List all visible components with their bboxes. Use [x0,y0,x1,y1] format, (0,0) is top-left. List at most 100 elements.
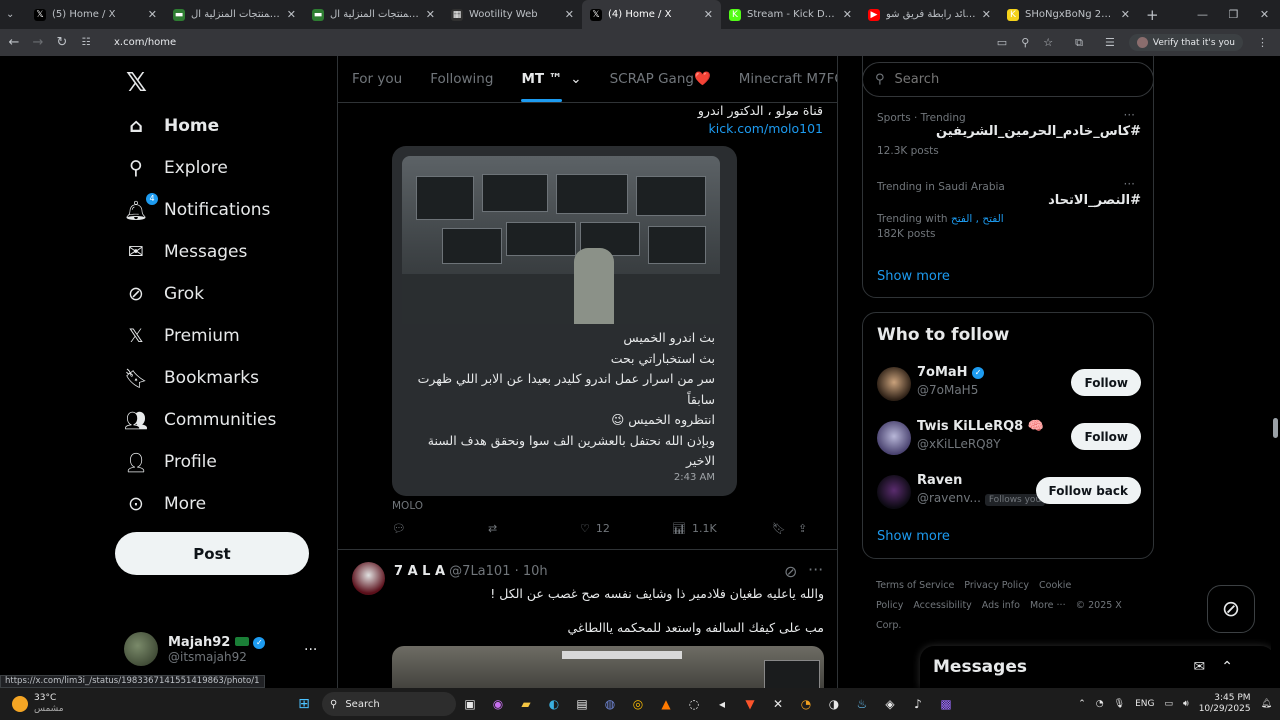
close-tab-icon[interactable]: ✕ [565,8,574,21]
url-field[interactable]: x.com/home [114,37,176,48]
sidebar-item-notifications[interactable]: 🔔︎ 4 Notifications [124,192,270,225]
close-tab-icon[interactable]: ✕ [982,8,991,21]
author-name[interactable]: 7 A L A [394,564,445,579]
minimize-icon[interactable]: — [1187,8,1218,21]
sidebar-item-communities[interactable]: 👥︎ Communities [124,405,276,435]
display-icon[interactable]: ▭ [1165,699,1174,709]
sidebar-item-home[interactable]: ⌂ Home [124,111,219,141]
footer-link[interactable]: Ads info [982,600,1020,611]
browser-tab[interactable]: ▬ اكتشف المنتجات المنزلية ال ✕ [304,0,443,29]
browser-tab[interactable]: K SHoNgxBoNg 20 طلبوووون ✕ [999,0,1138,29]
quoted-image-card[interactable]: بث اندرو الخميس بث استخباراتي بحت سر من اس… [392,146,737,496]
timeline-tab[interactable]: SCRAP Gang❤️ [610,71,711,87]
grok-button[interactable]: ⊘ [1207,585,1255,633]
back-icon[interactable]: ← [2,35,26,50]
trend-item[interactable]: Trending in Saudi Arabia ··· #النصر_الات… [877,177,1141,240]
mic-icon[interactable]: 🎙︎ [1114,699,1125,709]
site-info-icon[interactable]: ☷ [74,37,98,48]
avatar[interactable] [352,562,385,595]
close-tab-icon[interactable]: ✕ [704,8,713,21]
grok-icon[interactable]: ⊘ [784,562,797,581]
share-button[interactable]: ⇪ [798,522,807,535]
follow-suggestion[interactable]: Raven @ravenv... Follows you Follow back [877,473,1141,513]
suggestion-name[interactable]: 7oMaH [917,365,968,380]
browser-tab[interactable]: ▬ اكتشف المنتجات المنزلية ال ✕ [165,0,304,29]
cast-icon[interactable]: ▭ [997,36,1007,49]
sidebar-item-messages[interactable]: ✉ Messages [124,237,247,267]
close-tab-icon[interactable]: ✕ [287,8,296,21]
taskbar-search[interactable]: ⚲ Search [322,692,456,716]
close-tab-icon[interactable]: ✕ [148,8,157,21]
more-dots-icon[interactable]: ··· [808,560,823,579]
close-window-icon[interactable]: ✕ [1249,8,1280,21]
app-icon[interactable]: ✕ [767,693,789,715]
browser-tab[interactable]: ▶ صرت قائد رابطة فريق شو ✕ [860,0,999,29]
browser-tab[interactable]: 𝕏 (4) Home / X ✕ [582,0,721,29]
show-more-trends-link[interactable]: Show more [877,269,950,284]
scrollbar-thumb[interactable] [1273,418,1278,438]
avatar[interactable] [877,367,911,401]
steam-icon[interactable]: ♨ [851,693,873,715]
edge-icon[interactable]: ◐ [543,693,565,715]
app-icon[interactable]: ▩ [935,693,957,715]
footer-link[interactable]: More ··· [1030,600,1066,611]
follow-suggestion[interactable]: 7oMaH ✓ @7oMaH5 Follow [877,365,1141,405]
bookmark-button[interactable]: 🔖︎ [772,522,798,535]
media-icon[interactable]: ☰ [1105,36,1115,49]
author-handle[interactable]: @7La101 [449,564,510,579]
app-icon[interactable]: ◔ [795,693,817,715]
copilot-icon[interactable]: ◉ [487,693,509,715]
expand-icon[interactable]: ⌃ [1221,659,1233,675]
post-link[interactable]: kick.com/molo101 [698,120,823,138]
timeline-tab[interactable]: For you [352,71,402,87]
tiktok-icon[interactable]: ♪ [907,693,929,715]
post-image[interactable] [402,156,720,324]
new-message-icon[interactable]: ✉ [1194,659,1206,675]
follow-button[interactable]: Follow [1071,423,1141,450]
restore-icon[interactable]: ❐ [1218,8,1249,21]
footer-link[interactable]: Terms of Service [876,580,954,591]
sidebar-item-profile[interactable]: 👤︎ Profile [124,447,217,477]
new-tab-button[interactable]: + [1138,0,1164,29]
windows-start-icon[interactable]: ⊞ [293,693,315,715]
browser-tab[interactable]: K Stream - Kick Dashboard ✕ [721,0,860,29]
chrome-icon[interactable]: ◎ [627,693,649,715]
page-scrollbar[interactable] [1271,56,1280,688]
star-icon[interactable]: ☆ [1043,36,1053,49]
trend-item[interactable]: Sports · Trending ··· #كاس_خادم_الحرمين_… [877,108,1141,157]
browser-tab[interactable]: 𝕏 (5) Home / X ✕ [26,0,165,29]
messages-drawer[interactable]: Messages ✉ ⌃ [920,646,1275,688]
sidebar-item-grok[interactable]: ⊘ Grok [124,279,204,309]
forward-icon[interactable]: → [26,35,50,50]
tab-search-icon[interactable]: ⌄ [0,0,26,29]
zoom-icon[interactable]: ⚲ [1021,36,1029,49]
profile-chip[interactable]: Verify that it's you [1128,34,1243,51]
timeline-tab[interactable]: Minecraft M7FOFH 👾 [739,71,837,87]
x-logo-icon[interactable]: 𝕏 [126,68,147,98]
close-tab-icon[interactable]: ✕ [1121,8,1130,21]
close-tab-icon[interactable]: ✕ [426,8,435,21]
network-icon[interactable]: ◔ [1096,699,1104,709]
notification-bell-icon[interactable]: 🔔︎ [1261,699,1272,709]
app-icon[interactable]: ◈ [879,693,901,715]
trend-with-links[interactable]: الفتح , الفتح [951,213,1004,225]
reply-button[interactable]: 💬︎ [392,522,488,535]
sidebar-item-explore[interactable]: ⚲ Explore [124,153,228,183]
post[interactable]: 7 A L A @7La101 · 10h ⊘ ··· والله ياعليه… [338,549,838,688]
source-label[interactable]: MOLO [392,500,423,512]
post-image[interactable] [392,646,824,688]
browser-tab[interactable]: ▦ Wootility Web ✕ [443,0,582,29]
sidebar-item-premium[interactable]: 𝕏 Premium [124,321,239,351]
extensions-icon[interactable]: ⧉ [1075,36,1083,50]
language-indicator[interactable]: ENG [1135,699,1154,709]
browser-menu-icon[interactable]: ⋮ [1257,36,1268,49]
sidebar-item-more[interactable]: ⊙ More [124,489,206,519]
views-button[interactable]: 📊︎ 1.1K [672,522,772,535]
more-dots-icon[interactable]: ··· [1124,177,1135,191]
clock[interactable]: 3:45 PM 10/29/2025 [1199,693,1251,715]
app-icon[interactable]: ◑ [823,693,845,715]
sidebar-item-bookmarks[interactable]: 🔖︎ Bookmarks [124,363,259,393]
post-time[interactable]: 10h [523,564,548,579]
like-button[interactable]: ♡ 12 [580,522,672,535]
avatar[interactable] [877,475,911,509]
